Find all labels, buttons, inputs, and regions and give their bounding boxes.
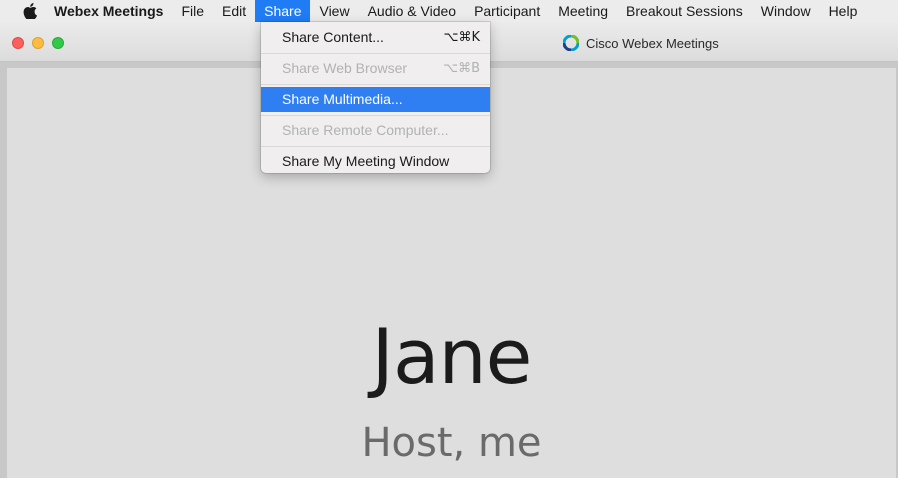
share-web-browser-shortcut: ⌥⌘B (443, 61, 480, 76)
menu-edit[interactable]: Edit (213, 0, 255, 22)
menu-separator (261, 84, 490, 85)
menu-separator (261, 115, 490, 116)
minimize-window-button[interactable] (32, 37, 44, 49)
close-window-button[interactable] (12, 37, 24, 49)
share-web-browser-item: Share Web Browser ⌥⌘B (261, 56, 490, 81)
share-remote-computer-item: Share Remote Computer... (261, 118, 490, 143)
share-my-meeting-window-item[interactable]: Share My Meeting Window (261, 149, 490, 174)
menu-help[interactable]: Help (820, 0, 867, 22)
menu-view[interactable]: View (310, 0, 358, 22)
menu-breakout-sessions[interactable]: Breakout Sessions (617, 0, 752, 22)
menu-share[interactable]: Share (255, 0, 311, 22)
share-content-label: Share Content... (282, 29, 384, 45)
share-content-shortcut: ⌥⌘K (443, 30, 480, 45)
participant-role: Host, me (361, 420, 542, 466)
menu-bar: Webex Meetings File Edit Share View Audi… (0, 0, 898, 22)
menu-participant[interactable]: Participant (465, 0, 549, 22)
zoom-window-button[interactable] (52, 37, 64, 49)
menu-meeting[interactable]: Meeting (549, 0, 617, 22)
window-title: Cisco Webex Meetings (563, 34, 719, 52)
share-remote-computer-label: Share Remote Computer... (282, 122, 449, 138)
menu-separator (261, 146, 490, 147)
window-title-text: Cisco Webex Meetings (586, 35, 719, 51)
menu-file[interactable]: File (172, 0, 213, 22)
share-menu-dropdown: Share Content... ⌥⌘K Share Web Browser ⌥… (261, 22, 490, 173)
webex-logo-icon (563, 35, 579, 51)
menu-separator (261, 53, 490, 54)
share-content-item[interactable]: Share Content... ⌥⌘K (261, 25, 490, 50)
apple-logo-icon[interactable] (19, 3, 41, 19)
share-web-browser-label: Share Web Browser (282, 60, 408, 76)
share-my-meeting-window-label: Share My Meeting Window (282, 153, 450, 169)
share-multimedia-item[interactable]: Share Multimedia... (261, 87, 490, 112)
menu-webex-meetings[interactable]: Webex Meetings (50, 0, 172, 22)
participant-name: Jane (371, 312, 533, 401)
menu-window[interactable]: Window (752, 0, 820, 22)
menu-audio-video[interactable]: Audio & Video (359, 0, 465, 22)
share-multimedia-label: Share Multimedia... (282, 91, 403, 107)
